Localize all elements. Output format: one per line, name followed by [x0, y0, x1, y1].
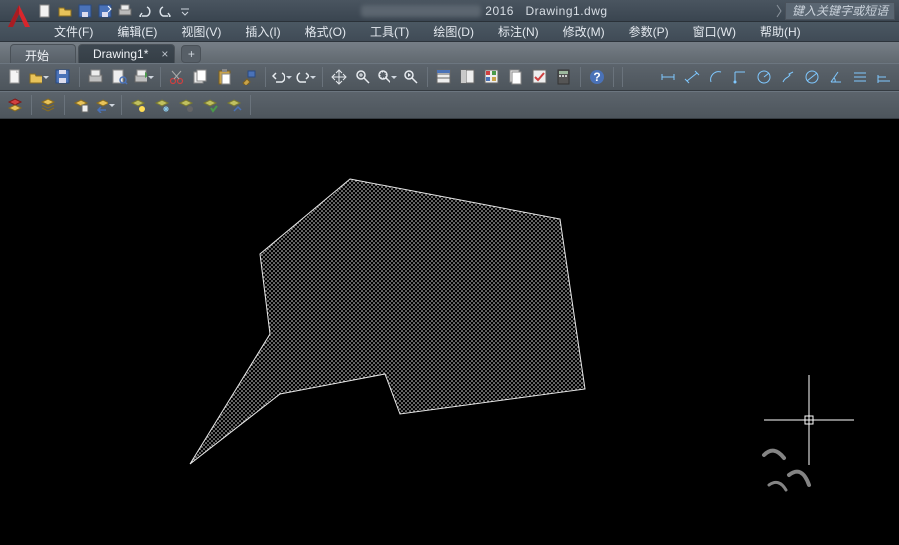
separator — [64, 95, 65, 115]
save-button[interactable] — [76, 2, 94, 20]
cut-icon[interactable] — [166, 66, 188, 88]
quick-access-toolbar — [36, 2, 194, 20]
layer-make-current-icon[interactable] — [199, 94, 221, 116]
redo-icon[interactable] — [295, 66, 317, 88]
properties-icon[interactable] — [433, 66, 455, 88]
dim-radius-icon[interactable] — [753, 66, 775, 88]
dim-quick-icon[interactable] — [849, 66, 871, 88]
menu-window[interactable]: 窗口(W) — [681, 21, 748, 42]
separator — [160, 67, 161, 87]
plot-preview-icon[interactable] — [109, 66, 131, 88]
layer-toolbar — [0, 91, 899, 119]
blurred-text — [361, 5, 481, 17]
menu-view[interactable]: 视图(V) — [169, 21, 233, 42]
dim-aligned-icon[interactable] — [681, 66, 703, 88]
separator — [322, 67, 323, 87]
dim-arc-icon[interactable] — [705, 66, 727, 88]
dim-angular-icon[interactable] — [825, 66, 847, 88]
plot-button[interactable] — [116, 2, 134, 20]
menu-dim[interactable]: 标注(N) — [486, 21, 551, 42]
qat-dropdown[interactable] — [176, 2, 194, 20]
layer-off-icon[interactable] — [175, 94, 197, 116]
separator — [31, 95, 32, 115]
zoom-previous-icon[interactable] — [400, 66, 422, 88]
menu-modify[interactable]: 修改(M) — [551, 21, 617, 42]
menu-edit[interactable]: 编辑(E) — [105, 21, 169, 42]
menu-help[interactable]: 帮助(H) — [748, 21, 813, 42]
search-placeholder: 键入关键字或短语 — [792, 2, 888, 19]
separator — [79, 67, 80, 87]
dim-ordinate-icon[interactable] — [729, 66, 751, 88]
window-title: 2016 Drawing1.dwg — [196, 4, 773, 18]
decorative-wisp — [754, 440, 824, 500]
markup-icon[interactable] — [529, 66, 551, 88]
layer-properties-icon[interactable] — [37, 94, 59, 116]
publish-icon[interactable] — [133, 66, 155, 88]
zoom-window-icon[interactable] — [376, 66, 398, 88]
tab-start[interactable]: 开始 — [10, 44, 76, 63]
separator — [265, 67, 266, 87]
menu-draw[interactable]: 绘图(D) — [421, 21, 486, 42]
menu-format[interactable]: 格式(O) — [293, 21, 358, 42]
undo-icon[interactable] — [271, 66, 293, 88]
dim-diameter-icon[interactable] — [801, 66, 823, 88]
separator — [613, 67, 614, 87]
document-tabs: 开始 Drawing1* + — [0, 42, 899, 63]
separator — [580, 67, 581, 87]
layer-isolate-icon[interactable] — [127, 94, 149, 116]
copy-icon[interactable] — [190, 66, 212, 88]
menu-param[interactable]: 参数(P) — [617, 21, 681, 42]
save-icon[interactable] — [52, 66, 74, 88]
undo-button[interactable] — [136, 2, 154, 20]
zoom-realtime-icon[interactable] — [352, 66, 374, 88]
sheet-set-icon[interactable] — [505, 66, 527, 88]
qnew-icon[interactable] — [4, 66, 26, 88]
title-divider — [775, 4, 783, 18]
standard-toolbar: ? — [0, 63, 899, 91]
title-year: 2016 — [485, 4, 514, 18]
layer-match-icon[interactable] — [223, 94, 245, 116]
saveas-button[interactable] — [96, 2, 114, 20]
tool-palettes-icon[interactable] — [481, 66, 503, 88]
dim-linear-icon[interactable] — [657, 66, 679, 88]
layer-states-icon[interactable] — [70, 94, 92, 116]
dim-baseline-icon[interactable] — [873, 66, 895, 88]
separator — [427, 67, 428, 87]
menu-file[interactable]: 文件(F) — [42, 21, 105, 42]
separator — [622, 67, 623, 87]
tab-drawing1[interactable]: Drawing1* — [78, 44, 175, 63]
help-icon[interactable]: ? — [586, 66, 608, 88]
hatched-polygon — [185, 174, 615, 474]
tab-add-button[interactable]: + — [181, 45, 201, 63]
layer-freeze-icon[interactable] — [151, 94, 173, 116]
separator — [250, 95, 251, 115]
redo-button[interactable] — [156, 2, 174, 20]
menu-bar: 文件(F) 编辑(E) 视图(V) 插入(I) 格式(O) 工具(T) 绘图(D… — [0, 22, 899, 42]
menu-tools[interactable]: 工具(T) — [358, 21, 421, 42]
title-filename: Drawing1.dwg — [526, 4, 608, 18]
menu-insert[interactable]: 插入(I) — [233, 21, 292, 42]
svg-text:?: ? — [593, 70, 600, 84]
qcalc-icon[interactable] — [553, 66, 575, 88]
plot-icon[interactable] — [85, 66, 107, 88]
app-logo — [4, 1, 34, 31]
open-icon[interactable] — [28, 66, 50, 88]
drawing-canvas[interactable] — [0, 119, 899, 545]
title-bar: 2016 Drawing1.dwg 键入关键字或短语 — [0, 0, 899, 22]
pan-icon[interactable] — [328, 66, 350, 88]
open-button[interactable] — [56, 2, 74, 20]
dim-jogged-icon[interactable] — [777, 66, 799, 88]
design-center-icon[interactable] — [457, 66, 479, 88]
match-prop-icon[interactable] — [238, 66, 260, 88]
separator — [121, 95, 122, 115]
paste-icon[interactable] — [214, 66, 236, 88]
layer-previous-icon[interactable] — [94, 94, 116, 116]
qnew-button[interactable] — [36, 2, 54, 20]
unsaved-layer-icon[interactable] — [4, 94, 26, 116]
search-input[interactable]: 键入关键字或短语 — [785, 2, 895, 20]
